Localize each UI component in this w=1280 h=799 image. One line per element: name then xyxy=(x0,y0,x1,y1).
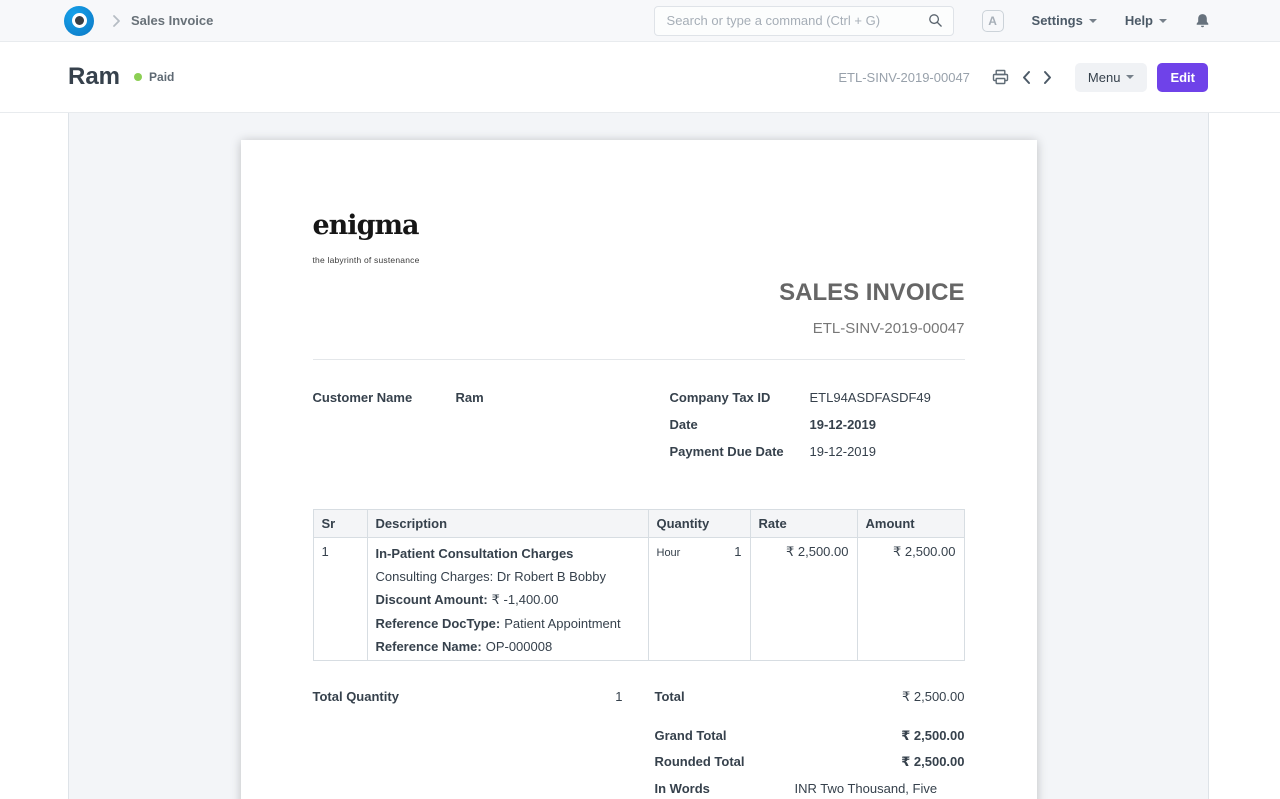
item-amount: ₹ 2,500.00 xyxy=(857,538,964,661)
search-icon xyxy=(928,13,943,28)
notifications-bell-icon[interactable] xyxy=(1195,13,1210,29)
grand-total-value: ₹ 2,500.00 xyxy=(795,728,965,744)
navbar: Sales Invoice A Settings Help xyxy=(0,0,1280,42)
menu-button-label: Menu xyxy=(1088,70,1121,85)
menu-button[interactable]: Menu xyxy=(1075,63,1148,92)
rounded-total-value: ₹ 2,500.00 xyxy=(795,754,965,770)
item-ref-name: Reference Name:OP-000008 xyxy=(376,639,640,654)
item-sr: 1 xyxy=(313,538,367,661)
payment-due-date-value: 19-12-2019 xyxy=(810,444,877,459)
header-sr: Sr xyxy=(313,510,367,538)
in-words-row: In Words INR Two Thousand, Five Hundred … xyxy=(655,780,965,799)
print-preview-area: enigma the labyrinth of sustenance SALES… xyxy=(68,113,1209,799)
total-value: ₹ 2,500.00 xyxy=(795,689,965,705)
invoice-details: Customer Name Ram Company Tax ID ETL94AS… xyxy=(313,390,965,467)
invoice-title-block: SALES INVOICE ETL-SINV-2019-00047 xyxy=(313,279,965,337)
in-words-label: In Words xyxy=(655,781,795,796)
chevron-down-icon xyxy=(1126,75,1134,79)
avatar[interactable]: A xyxy=(982,10,1004,32)
items-table-header-row: Sr Description Quantity Rate Amount xyxy=(313,510,964,538)
customer-name-value: Ram xyxy=(456,390,484,405)
document-number: ETL-SINV-2019-00047 xyxy=(838,70,970,85)
item-discount: Discount Amount:₹ -1,400.00 xyxy=(376,592,640,608)
help-label: Help xyxy=(1125,13,1153,28)
item-rate: ₹ 2,500.00 xyxy=(750,538,857,661)
chevron-down-icon xyxy=(1159,19,1167,23)
company-tax-id-value: ETL94ASDFASDF49 xyxy=(810,390,931,405)
page-header: Ram Paid ETL-SINV-2019-00047 Menu Edit xyxy=(0,42,1280,113)
item-quantity: Hour 1 xyxy=(648,538,750,661)
status-dot-icon xyxy=(134,73,142,81)
breadcrumb-chevron-icon xyxy=(112,14,121,28)
status-label: Paid xyxy=(149,70,174,84)
total-quantity-label: Total Quantity xyxy=(313,689,399,704)
header-amount: Amount xyxy=(857,510,964,538)
invoice-number: ETL-SINV-2019-00047 xyxy=(313,320,965,337)
in-words-value: INR Two Thousand, Five Hundred only. xyxy=(795,780,965,799)
invoice-title: SALES INVOICE xyxy=(313,279,965,307)
page-title: Ram xyxy=(68,63,120,91)
edit-button[interactable]: Edit xyxy=(1157,63,1208,92)
settings-label: Settings xyxy=(1032,13,1083,28)
header-rate: Rate xyxy=(750,510,857,538)
item-description: In-Patient Consultation Charges Consulti… xyxy=(367,538,648,661)
items-table: Sr Description Quantity Rate Amount 1 In… xyxy=(313,509,965,661)
date-value: 19-12-2019 xyxy=(810,417,877,432)
company-tax-id-label: Company Tax ID xyxy=(670,390,810,405)
item-ref-doctype: Reference DocType:Patient Appointment xyxy=(376,616,640,631)
grand-total-label: Grand Total xyxy=(655,728,795,743)
global-search[interactable] xyxy=(654,6,954,36)
search-input[interactable] xyxy=(665,12,928,29)
divider xyxy=(313,359,965,360)
company-tagline: the labyrinth of sustenance xyxy=(313,255,965,265)
status-badge: Paid xyxy=(134,70,174,84)
rounded-total-row: Rounded Total ₹ 2,500.00 xyxy=(655,754,965,770)
header-quantity: Quantity xyxy=(648,510,750,538)
header-description: Description xyxy=(367,510,648,538)
total-quantity-row: Total Quantity 1 xyxy=(313,689,623,799)
help-menu[interactable]: Help xyxy=(1125,13,1167,28)
item-qty-value: 1 xyxy=(734,544,741,559)
app-logo-icon[interactable] xyxy=(64,6,94,36)
chevron-down-icon xyxy=(1089,19,1097,23)
date-field: Date 19-12-2019 xyxy=(670,417,965,432)
item-subtitle: Consulting Charges: Dr Robert B Bobby xyxy=(376,569,640,584)
item-uom: Hour xyxy=(657,547,681,559)
customer-name-label: Customer Name xyxy=(313,390,456,405)
previous-document-icon[interactable] xyxy=(1015,70,1037,85)
grand-total-row: Grand Total ₹ 2,500.00 xyxy=(655,728,965,744)
payment-due-date-label: Payment Due Date xyxy=(670,444,810,459)
total-label: Total xyxy=(655,689,795,704)
table-row: 1 In-Patient Consultation Charges Consul… xyxy=(313,538,964,661)
total-row: Total ₹ 2,500.00 xyxy=(655,689,965,705)
breadcrumb[interactable]: Sales Invoice xyxy=(131,13,213,28)
totals-section: Total Quantity 1 Total ₹ 2,500.00 Grand … xyxy=(313,689,965,799)
invoice-paper: enigma the labyrinth of sustenance SALES… xyxy=(241,140,1037,799)
company-tax-id-field: Company Tax ID ETL94ASDFASDF49 xyxy=(670,390,965,405)
next-document-icon[interactable] xyxy=(1037,70,1059,85)
rounded-total-label: Rounded Total xyxy=(655,754,795,769)
total-quantity-value: 1 xyxy=(615,689,622,704)
settings-menu[interactable]: Settings xyxy=(1032,13,1097,28)
company-logo: enigma xyxy=(313,210,965,241)
payment-due-date-field: Payment Due Date 19-12-2019 xyxy=(670,444,965,459)
date-label: Date xyxy=(670,417,810,432)
print-icon[interactable] xyxy=(986,69,1015,85)
customer-name-field: Customer Name Ram xyxy=(313,390,639,405)
item-title: In-Patient Consultation Charges xyxy=(376,546,640,561)
letterhead: enigma the labyrinth of sustenance xyxy=(313,210,965,265)
